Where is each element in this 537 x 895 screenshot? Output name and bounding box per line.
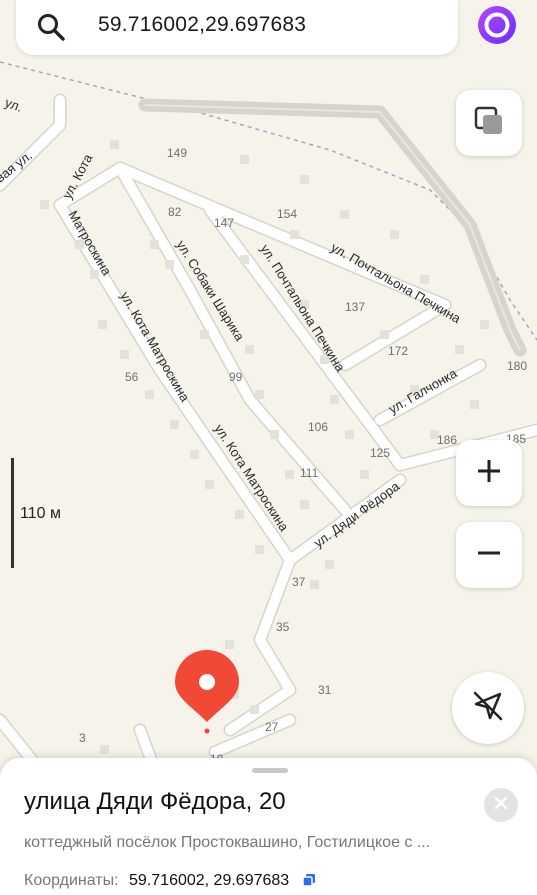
house-number: 137 xyxy=(345,300,365,314)
house-number: 186 xyxy=(437,433,457,447)
house-number: 180 xyxy=(507,359,527,373)
close-button[interactable] xyxy=(484,788,518,822)
house-number: 82 xyxy=(168,205,182,219)
plus-icon xyxy=(475,457,503,490)
house-number: 56 xyxy=(125,370,139,384)
alice-voice-assistant-icon xyxy=(477,5,517,50)
house-number: 3 xyxy=(79,731,86,745)
location-disabled-icon xyxy=(471,689,505,728)
place-card[interactable]: улица Дяди Фёдора, 20 коттеджный посёлок… xyxy=(0,758,537,895)
place-title: улица Дяди Фёдора, 20 xyxy=(24,788,286,815)
coordinates-value[interactable]: 59.716002, 29.697683 xyxy=(129,872,289,889)
house-number: 35 xyxy=(276,620,290,634)
house-number: 154 xyxy=(277,207,297,221)
layers-icon xyxy=(474,106,504,141)
close-icon xyxy=(494,796,508,815)
scale-label: 110 м xyxy=(20,505,61,522)
house-number: 37 xyxy=(292,575,306,589)
house-number: 31 xyxy=(318,683,332,697)
house-number: 27 xyxy=(265,720,279,734)
house-number: 125 xyxy=(370,446,390,460)
house-number: 106 xyxy=(308,420,328,434)
alice-voice-assistant-button[interactable] xyxy=(470,3,524,51)
my-location-button[interactable] xyxy=(452,672,524,744)
search-icon[interactable] xyxy=(36,12,66,42)
coordinates-row: Координаты: 59.716002, 29.697683 xyxy=(24,872,316,892)
house-number: 172 xyxy=(388,344,408,358)
layers-button[interactable] xyxy=(456,90,522,156)
coordinates-label: Координаты: xyxy=(24,872,119,889)
place-address: коттеджный посёлок Простоквашино, Гостил… xyxy=(24,834,431,851)
house-number: 147 xyxy=(214,216,234,230)
search-input[interactable]: 59.716002,29.697683 xyxy=(98,13,306,37)
house-number: 99 xyxy=(229,370,243,384)
scale-bar xyxy=(11,458,14,568)
search-bar[interactable]: 59.716002,29.697683 xyxy=(16,0,458,55)
house-number: 111 xyxy=(300,466,319,480)
copy-icon[interactable] xyxy=(301,873,316,892)
minus-icon xyxy=(475,539,503,572)
house-number: 149 xyxy=(167,146,187,160)
zoom-in-button[interactable] xyxy=(456,440,522,506)
card-drag-handle[interactable] xyxy=(252,768,288,773)
zoom-out-button[interactable] xyxy=(456,522,522,588)
